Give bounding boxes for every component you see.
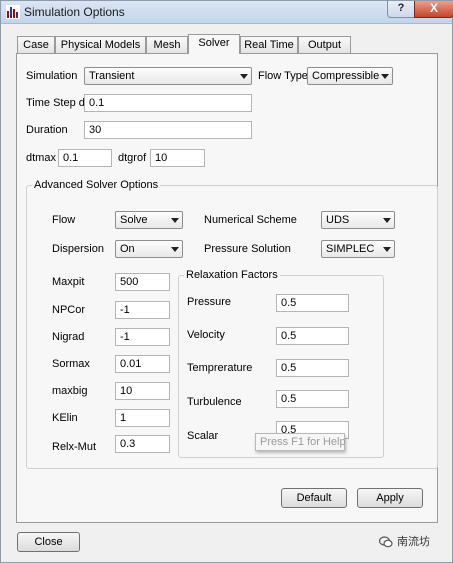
flow-type-select[interactable]: Compressible (307, 67, 393, 85)
chevron-down-icon (240, 74, 248, 79)
kelin-label: KElin (52, 412, 78, 424)
default-button[interactable]: Default (281, 488, 347, 508)
pressure-label: Pressure (187, 296, 232, 308)
numerical-scheme-select[interactable]: UDS (321, 211, 395, 229)
sormax-field[interactable]: 0.01 (115, 355, 170, 373)
dispersion-select[interactable]: On (115, 240, 183, 258)
numerical-scheme-value: UDS (326, 214, 350, 226)
npcor-field[interactable]: -1 (115, 301, 170, 319)
close-button[interactable]: Close (17, 532, 80, 552)
simulation-label: Simulation (26, 70, 78, 82)
temperature-field[interactable]: 0.5 (276, 359, 349, 377)
watermark-text: 南流坊 (397, 536, 430, 548)
time-step-field[interactable]: 0.1 (84, 94, 252, 112)
relx-mut-label: Relx-Mut (52, 441, 97, 453)
duration-field[interactable]: 30 (84, 121, 252, 139)
maxpit-label: Maxpit (52, 276, 85, 288)
turbulence-field[interactable]: 0.5 (276, 390, 349, 408)
flow-label: Flow (52, 214, 76, 226)
simulation-options-window: Simulation Options ? X Case Physical Mod… (0, 0, 453, 563)
dtmax-label: dtmax (26, 152, 56, 164)
npcor-label: NPCor (52, 304, 86, 316)
relaxation-factors-title: Relaxation Factors (184, 269, 280, 281)
dtgrof-label: dtgrof (118, 152, 147, 164)
wechat-icon (379, 536, 393, 548)
sormax-label: Sormax (52, 358, 90, 370)
time-step-label: Time Step dt (26, 97, 88, 109)
apply-button[interactable]: Apply (357, 488, 423, 508)
dispersion-label: Dispersion (52, 243, 104, 255)
chevron-down-icon (171, 247, 179, 252)
relx-mut-field[interactable]: 0.3 (115, 435, 170, 453)
chevron-down-icon (383, 247, 391, 252)
simulation-value: Transient (89, 70, 135, 82)
chevron-down-icon (383, 218, 391, 223)
chevron-down-icon (171, 218, 179, 223)
dispersion-value: On (120, 243, 135, 255)
maxbig-field[interactable]: 10 (115, 382, 170, 400)
velocity-field[interactable]: 0.5 (276, 327, 349, 345)
help-tooltip: Press F1 for Help (255, 433, 346, 451)
maxbig-label: maxbig (52, 385, 88, 397)
simulation-select[interactable]: Transient (84, 67, 252, 85)
velocity-label: Velocity (187, 329, 225, 341)
advanced-solver-options-title: Advanced Solver Options (32, 179, 161, 191)
flow-value: Solve (120, 214, 148, 226)
dtmax-field[interactable]: 0.1 (58, 149, 112, 167)
turbulence-label: Turbulence (187, 396, 242, 408)
flow-type-value: Compressible (312, 70, 380, 82)
temperature-label: Temprerature (187, 362, 253, 374)
numerical-scheme-label: Numerical Scheme (204, 214, 297, 226)
pressure-solution-select[interactable]: SIMPLEC (321, 240, 395, 258)
watermark: 南流坊 (379, 533, 430, 551)
flow-type-label: Flow Type (258, 70, 308, 82)
pressure-field[interactable]: 0.5 (276, 294, 349, 312)
pressure-solution-label: Pressure Solution (204, 243, 291, 255)
maxpit-field[interactable]: 500 (115, 273, 170, 291)
dtgrof-field[interactable]: 10 (150, 149, 205, 167)
kelin-field[interactable]: 1 (115, 409, 170, 427)
nigrad-field[interactable]: -1 (115, 328, 170, 346)
flow-select[interactable]: Solve (115, 211, 183, 229)
duration-label: Duration (26, 124, 68, 136)
scalar-label: Scalar (187, 430, 219, 442)
chevron-down-icon (381, 74, 389, 79)
nigrad-label: Nigrad (52, 331, 85, 343)
pressure-solution-value: SIMPLEC (326, 243, 375, 255)
